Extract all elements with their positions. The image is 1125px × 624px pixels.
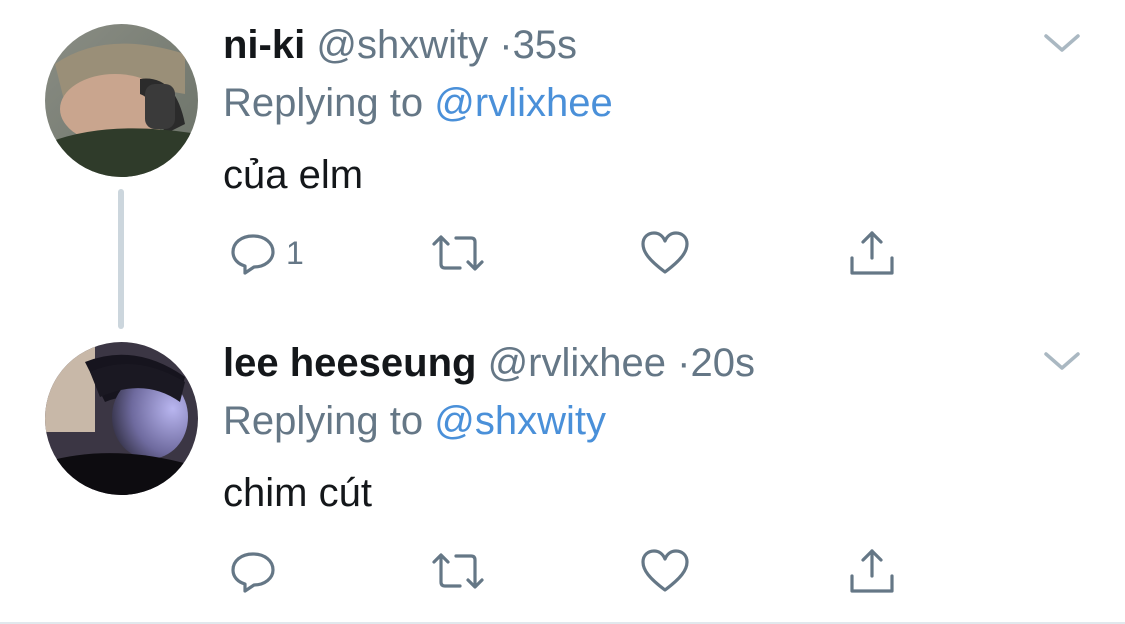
- share-button[interactable]: [847, 228, 897, 278]
- user-handle[interactable]: @rvlixhee: [488, 341, 666, 385]
- tweet-header: lee heeseung @rvlixhee ·20s: [223, 340, 755, 386]
- replying-to: Replying to @rvlixhee: [223, 80, 613, 126]
- tweet-text: của elm: [223, 153, 364, 197]
- retweet-icon: [432, 553, 484, 589]
- reply-button[interactable]: 1: [228, 228, 304, 278]
- tweet-header: ni-ki @shxwity ·35s: [223, 22, 577, 68]
- replying-to-handle[interactable]: @shxwity: [434, 399, 606, 443]
- share-icon: [850, 549, 894, 593]
- caret-down-icon[interactable]: [1042, 350, 1082, 374]
- tweet-actions: [223, 546, 923, 596]
- display-name[interactable]: ni-ki: [223, 23, 305, 67]
- share-icon: [850, 231, 894, 275]
- share-button[interactable]: [847, 546, 897, 596]
- reply-icon: [231, 234, 275, 275]
- separator-dot: ·: [677, 341, 691, 385]
- like-icon: [641, 231, 689, 274]
- retweet-button[interactable]: [428, 546, 488, 596]
- tweet[interactable]: lee heeseung @rvlixhee ·20s Replying to …: [0, 318, 1125, 624]
- reply-icon: [231, 552, 275, 593]
- replying-to-handle[interactable]: @rvlixhee: [434, 81, 612, 125]
- replying-to: Replying to @shxwity: [223, 398, 606, 444]
- replying-to-label: Replying to: [223, 399, 424, 443]
- like-button[interactable]: [639, 228, 691, 278]
- display-name[interactable]: lee heeseung: [223, 341, 476, 385]
- reply-count: 1: [286, 234, 304, 271]
- tweet-text: chim cút: [223, 471, 372, 515]
- avatar[interactable]: [45, 24, 198, 177]
- retweet-icon: [432, 235, 484, 271]
- caret-down-icon[interactable]: [1042, 32, 1082, 56]
- retweet-button[interactable]: [428, 228, 488, 278]
- tweet-actions: 1: [223, 228, 923, 278]
- like-icon: [641, 549, 689, 592]
- separator-dot: ·: [499, 23, 513, 67]
- user-handle[interactable]: @shxwity: [316, 23, 488, 67]
- like-button[interactable]: [639, 546, 691, 596]
- replying-to-label: Replying to: [223, 81, 424, 125]
- timestamp[interactable]: 35s: [513, 23, 578, 67]
- thread-line: [118, 189, 124, 329]
- timestamp[interactable]: 20s: [690, 341, 755, 385]
- reply-button[interactable]: [228, 546, 278, 596]
- tweet[interactable]: ni-ki @shxwity ·35s Replying to @rvlixhe…: [0, 0, 1125, 329]
- avatar[interactable]: [45, 342, 198, 495]
